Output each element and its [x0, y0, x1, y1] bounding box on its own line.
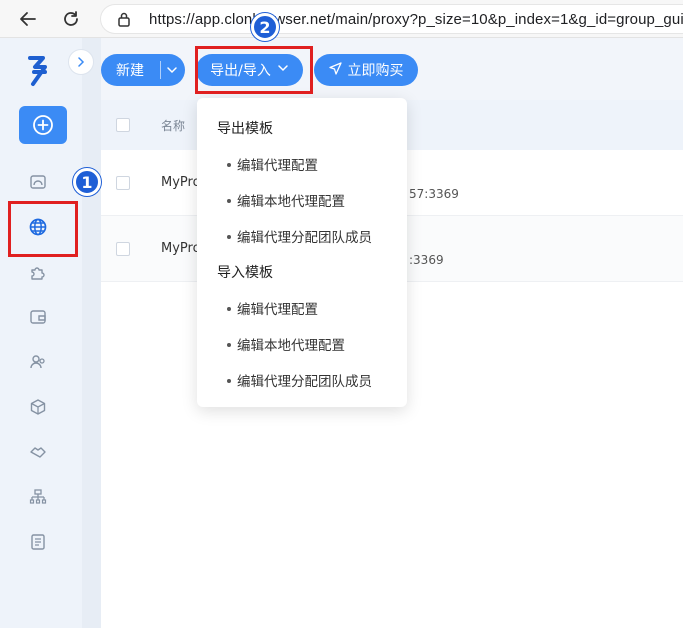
- menu-item-export-proxy-config[interactable]: 编辑代理配置: [227, 154, 318, 174]
- step-marker-2: 2: [251, 13, 279, 41]
- url-text: https://app.clonbrowser.net/main/proxy?p…: [149, 11, 683, 28]
- row-checkbox[interactable]: [116, 242, 130, 256]
- buy-now-button[interactable]: 立即购买: [314, 54, 418, 86]
- proxy-name: MyPro: [161, 175, 201, 190]
- annotation-highlight-proxy-nav: [8, 201, 78, 257]
- proxy-address: 57:3369: [409, 187, 459, 201]
- bullet-dot: [227, 199, 231, 203]
- menu-item-import-local-proxy-config[interactable]: 编辑本地代理配置: [227, 334, 345, 354]
- browser-toolbar: https://app.clonbrowser.net/main/proxy?p…: [0, 0, 683, 38]
- annotation-highlight-export-button: [195, 46, 313, 94]
- organization-tree-icon[interactable]: [28, 487, 48, 507]
- back-arrow-icon[interactable]: [16, 7, 40, 31]
- column-header-name: 名称: [161, 119, 186, 133]
- address-bar[interactable]: https://app.clonbrowser.net/main/proxy?p…: [100, 4, 683, 34]
- sidebar: [0, 38, 82, 628]
- step-marker-1: 1: [73, 168, 101, 196]
- app-logo-icon[interactable]: [27, 55, 53, 91]
- import-template-group: 导入模板: [217, 265, 273, 281]
- proxy-address: :3369: [409, 253, 444, 267]
- menu-item-label: 编辑代理配置: [237, 158, 318, 174]
- package-box-icon[interactable]: [28, 397, 48, 417]
- logs-document-icon[interactable]: [28, 532, 48, 552]
- collapse-sidebar-button[interactable]: [68, 49, 94, 75]
- buy-now-label: 立即购买: [347, 63, 404, 79]
- menu-item-label: 编辑代理分配团队成员: [237, 374, 372, 390]
- wallet-icon[interactable]: [28, 307, 48, 327]
- row-checkbox[interactable]: [116, 176, 130, 190]
- browser-profiles-icon[interactable]: [28, 172, 48, 192]
- bullet-dot: [227, 307, 231, 311]
- menu-item-import-proxy-team-members[interactable]: 编辑代理分配团队成员: [227, 370, 372, 390]
- export-template-group: 导出模板: [217, 121, 273, 137]
- chevron-down-icon[interactable]: [166, 54, 178, 86]
- proxy-name: MyPro: [161, 241, 201, 256]
- bullet-dot: [227, 343, 231, 347]
- menu-item-export-proxy-team-members[interactable]: 编辑代理分配团队成员: [227, 226, 372, 246]
- button-divider: [160, 61, 161, 79]
- add-profile-button[interactable]: [19, 106, 67, 144]
- lock-icon: [117, 11, 131, 31]
- menu-item-label: 编辑代理配置: [237, 302, 318, 318]
- bullet-dot: [227, 379, 231, 383]
- main-left-gutter: [82, 38, 101, 628]
- team-members-icon[interactable]: [28, 352, 48, 372]
- bullet-dot: [227, 163, 231, 167]
- extensions-puzzle-icon[interactable]: [28, 262, 48, 282]
- bullet-dot: [227, 235, 231, 239]
- export-import-dropdown: 导出模板 编辑代理配置 编辑本地代理配置 编辑代理分配团队成员 导入模板 编辑代…: [197, 98, 407, 407]
- send-arrow-icon: [328, 61, 342, 79]
- menu-item-import-proxy-config[interactable]: 编辑代理配置: [227, 298, 318, 318]
- new-proxy-button[interactable]: 新建: [101, 54, 185, 86]
- menu-item-label: 编辑本地代理配置: [237, 194, 345, 210]
- new-button-label: 新建: [116, 63, 144, 79]
- menu-item-label: 编辑本地代理配置: [237, 338, 345, 354]
- select-all-checkbox[interactable]: [116, 118, 130, 132]
- menu-item-label: 编辑代理分配团队成员: [237, 230, 372, 246]
- reload-icon[interactable]: [59, 7, 83, 31]
- partnership-handshake-icon[interactable]: [28, 442, 48, 462]
- menu-item-export-local-proxy-config[interactable]: 编辑本地代理配置: [227, 190, 345, 210]
